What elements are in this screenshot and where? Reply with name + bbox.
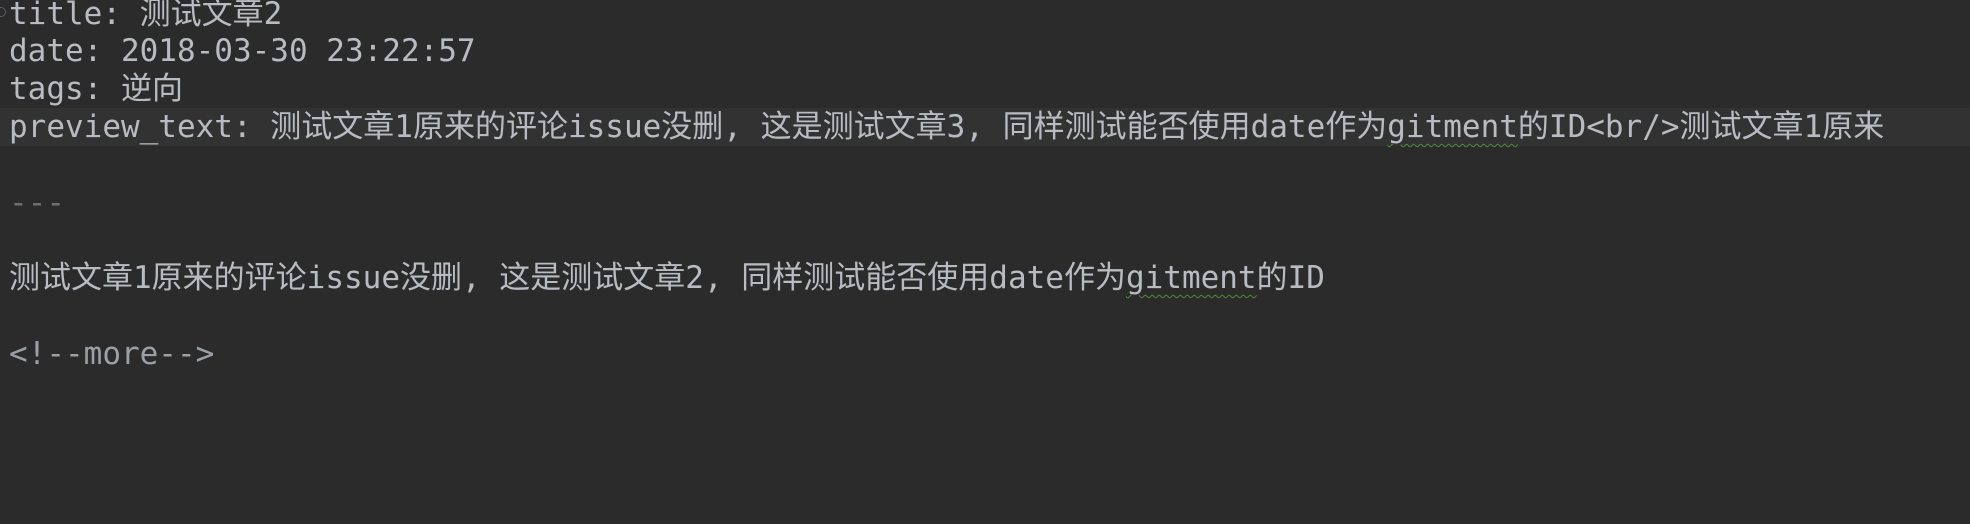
frontmatter-date-line[interactable]: date: 2018-03-30 23:22:57 xyxy=(9,32,476,70)
frontmatter-separator[interactable]: --- xyxy=(9,184,65,222)
body-text-end: 的ID xyxy=(1256,260,1325,296)
date-key: date: xyxy=(9,33,121,69)
frontmatter-title-line[interactable]: title: 测试文章2 xyxy=(9,0,282,33)
date-value: 2018-03-30 23:22:57 xyxy=(120,33,476,69)
tags-value: 逆向 xyxy=(120,71,183,107)
title-key: title: xyxy=(9,0,140,32)
tags-key: tags: xyxy=(9,71,121,107)
more-comment-line[interactable]: <!--more--> xyxy=(9,335,214,373)
code-editor[interactable]: title: 测试文章2 date: 2018-03-30 23:22:57 t… xyxy=(0,0,1970,524)
title-value: 测试文章2 xyxy=(139,0,283,32)
body-text-start: 测试文章1原来的评论issue没删, 这是测试文章2, 同样测试能否使用date… xyxy=(9,260,1126,296)
preview-text-key: preview_text: xyxy=(9,109,271,145)
body-text-line[interactable]: 测试文章1原来的评论issue没删, 这是测试文章2, 同样测试能否使用date… xyxy=(9,259,1325,297)
spellcheck-word: gitment xyxy=(1125,260,1257,296)
fold-icon[interactable] xyxy=(0,7,6,17)
frontmatter-tags-line[interactable]: tags: 逆向 xyxy=(9,70,183,108)
spellcheck-word: gitment xyxy=(1387,109,1518,145)
preview-text-value-end: 的ID<br/>测试文章1原来 xyxy=(1517,109,1885,145)
preview-text-value-start: 测试文章1原来的评论issue没删, 这是测试文章3, 同样测试能否使用date… xyxy=(270,109,1388,145)
frontmatter-preview-text-line[interactable]: preview_text: 测试文章1原来的评论issue没删, 这是测试文章3… xyxy=(0,108,1970,146)
